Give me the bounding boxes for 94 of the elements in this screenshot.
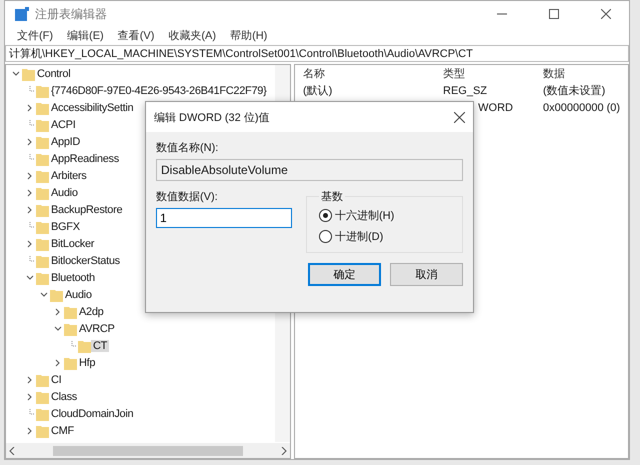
folder-icon bbox=[78, 338, 91, 352]
expand-icon[interactable] bbox=[26, 188, 34, 196]
expand-icon[interactable] bbox=[26, 138, 34, 146]
value-name-field[interactable]: DisableAbsoluteVolume bbox=[156, 159, 463, 181]
tree-item[interactable]: {7746D80F-97E0-4E26-9543-26B41FC22F79} bbox=[49, 84, 268, 96]
tree-item[interactable]: Control bbox=[35, 68, 72, 80]
folder-icon bbox=[36, 202, 49, 216]
tree-item[interactable]: BackupRestore bbox=[49, 204, 124, 216]
folder-icon bbox=[36, 152, 49, 166]
expand-icon[interactable] bbox=[26, 104, 34, 112]
folder-icon bbox=[36, 372, 49, 386]
menu-item[interactable]: 文件(F) bbox=[17, 28, 54, 42]
radio-button[interactable] bbox=[319, 209, 332, 222]
address-bar[interactable]: 计算机\HKEY_LOCAL_MACHINE\SYSTEM\ControlSet001\Control\Bluetooth\Audio\AVRCP\CT bbox=[5, 45, 629, 62]
tree-item[interactable]: CMF bbox=[49, 424, 76, 436]
tree-item[interactable]: BitlockerStatus bbox=[49, 254, 122, 266]
field-label: 数值名称(N): bbox=[156, 141, 220, 155]
window-title: 注册表编辑器 bbox=[35, 6, 108, 22]
horizontal-scrollbar[interactable] bbox=[6, 443, 290, 458]
menu-item[interactable]: 编辑(E) bbox=[67, 28, 104, 42]
tree-item[interactable]: AVRCP bbox=[77, 322, 117, 334]
expand-icon[interactable] bbox=[26, 206, 34, 214]
tree-item[interactable]: CloudDomainJoin bbox=[49, 408, 136, 420]
tree-item[interactable]: CI bbox=[49, 374, 64, 386]
collapse-icon[interactable] bbox=[54, 324, 62, 332]
folder-icon bbox=[64, 304, 77, 318]
tree-item[interactable]: A2dp bbox=[77, 306, 106, 318]
expand-icon[interactable] bbox=[54, 308, 62, 316]
scroll-left-icon[interactable] bbox=[9, 446, 15, 454]
radio-label[interactable]: 十进制(D) bbox=[335, 229, 384, 244]
cancel-button[interactable]: 取消 bbox=[390, 263, 463, 286]
tree-item[interactable]: Hfp bbox=[77, 356, 98, 368]
folder-icon bbox=[64, 322, 77, 336]
close-icon[interactable] bbox=[454, 112, 465, 122]
tree-item[interactable]: Arbiters bbox=[49, 170, 88, 182]
folder-icon bbox=[36, 84, 49, 98]
ok-button[interactable]: 确定 bbox=[308, 263, 381, 286]
radio-button[interactable] bbox=[319, 230, 332, 243]
folder-icon bbox=[36, 118, 49, 132]
folder-icon bbox=[36, 254, 49, 268]
expand-icon[interactable] bbox=[26, 392, 34, 400]
value-type: REG_SZ bbox=[443, 84, 488, 96]
folder-icon bbox=[36, 390, 49, 404]
folder-icon bbox=[36, 100, 49, 114]
tree-item[interactable]: AccessibilitySettin bbox=[49, 102, 136, 114]
menu-item[interactable]: 查看(V) bbox=[118, 28, 154, 42]
folder-icon bbox=[36, 168, 49, 182]
folder-icon bbox=[36, 186, 49, 200]
column-header[interactable]: 数据 bbox=[543, 66, 628, 81]
radio-dot-icon bbox=[323, 213, 328, 218]
tree-item[interactable]: CT bbox=[91, 340, 110, 352]
folder-icon bbox=[36, 236, 49, 250]
column-header[interactable]: 名称 bbox=[303, 66, 443, 81]
registry-icon bbox=[15, 7, 29, 21]
tree-item[interactable]: Class bbox=[49, 390, 80, 402]
tree-item[interactable]: BGFX bbox=[49, 220, 82, 232]
tree-item[interactable]: AppReadiness bbox=[49, 152, 121, 164]
collapse-icon[interactable] bbox=[40, 290, 48, 298]
folder-icon bbox=[22, 66, 35, 80]
folder-icon bbox=[36, 424, 49, 438]
collapse-icon[interactable] bbox=[26, 274, 34, 282]
folder-icon bbox=[64, 356, 77, 370]
tree-item[interactable]: Bluetooth bbox=[49, 272, 97, 284]
expand-icon[interactable] bbox=[26, 172, 34, 180]
value-data: 0x00000000 (0) bbox=[543, 102, 622, 114]
expand-icon[interactable] bbox=[26, 426, 34, 434]
value-name: (默认) bbox=[303, 84, 334, 98]
tree-item[interactable]: ACPI bbox=[49, 118, 78, 130]
folder-icon bbox=[36, 220, 49, 234]
value-data: (数值未设置) bbox=[543, 84, 606, 98]
group-label: 基数 bbox=[320, 190, 344, 204]
maximize-icon[interactable] bbox=[549, 9, 559, 19]
menu-item[interactable]: 收藏夹(A) bbox=[168, 28, 216, 42]
tree-item[interactable]: Audio bbox=[49, 186, 80, 198]
folder-icon bbox=[36, 134, 49, 148]
dialog-title: 编辑 DWORD (32 位)值 bbox=[154, 110, 270, 124]
folder-icon bbox=[36, 406, 49, 420]
column-header[interactable]: 类型 bbox=[443, 66, 543, 81]
folder-icon bbox=[50, 288, 63, 302]
collapse-icon[interactable] bbox=[12, 70, 20, 78]
scroll-right-icon[interactable] bbox=[281, 446, 287, 454]
tree-item[interactable]: BitLocker bbox=[49, 238, 96, 250]
close-icon[interactable] bbox=[601, 9, 611, 19]
menu-item[interactable]: 帮助(H) bbox=[230, 28, 268, 42]
folder-icon bbox=[36, 270, 49, 284]
expand-icon[interactable] bbox=[26, 240, 34, 248]
expand-icon[interactable] bbox=[26, 376, 34, 384]
expand-icon[interactable] bbox=[54, 358, 62, 366]
value-type: WORD bbox=[477, 102, 514, 114]
tree-item[interactable]: Audio bbox=[63, 288, 94, 300]
field-label: 数值数据(V): bbox=[156, 191, 218, 203]
radio-label[interactable]: 十六进制(H) bbox=[335, 208, 394, 223]
tree-item[interactable]: AppID bbox=[49, 136, 82, 148]
value-data-field[interactable]: 1 bbox=[156, 208, 292, 228]
